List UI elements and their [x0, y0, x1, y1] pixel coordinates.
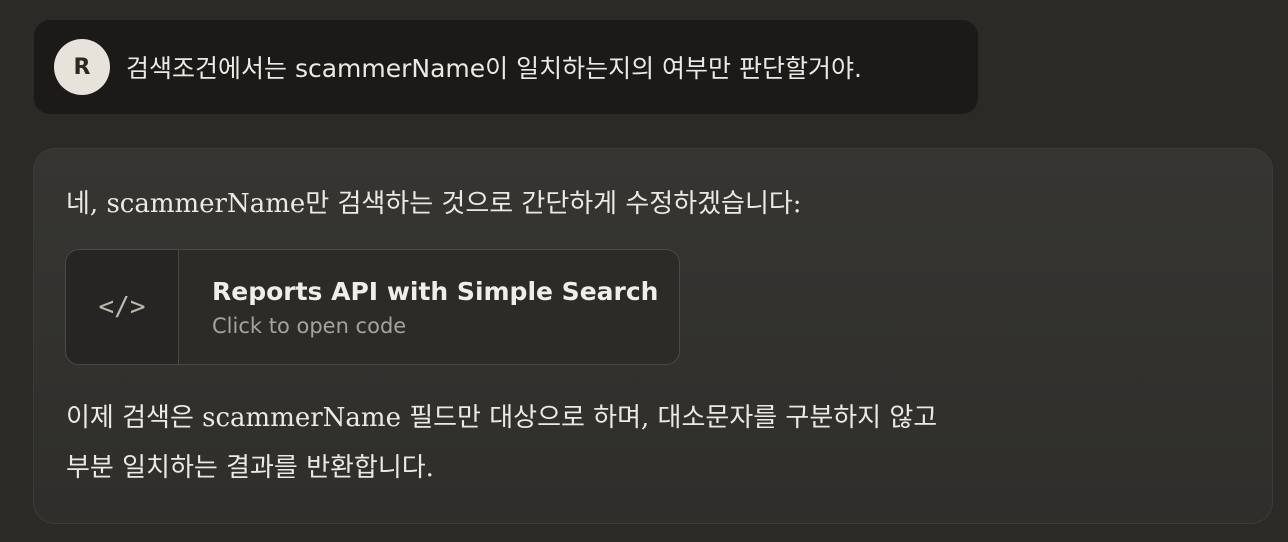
- user-avatar: R: [54, 39, 110, 95]
- artifact-title: Reports API with Simple Search: [212, 276, 659, 306]
- user-message: R 검색조건에서는 scammerName이 일치하는지의 여부만 판단할거야.: [34, 20, 978, 114]
- assistant-outro-text: 이제 검색은 scammerName 필드만 대상으로 하며, 대소문자를 구분…: [66, 393, 937, 493]
- code-artifact-card[interactable]: </> Reports API with Simple Search Click…: [65, 249, 680, 365]
- outro-line: 부분 일치하는 결과를 반환합니다.: [66, 453, 434, 483]
- code-icon: </>: [66, 250, 179, 364]
- outro-line: 이제 검색은 scammerName 필드만 대상으로 하며, 대소문자를 구분…: [66, 403, 938, 433]
- artifact-subtitle: Click to open code: [212, 313, 407, 338]
- assistant-intro-text: 네, scammerName만 검색하는 것으로 간단하게 수정하겠습니다:: [66, 189, 802, 219]
- artifact-info: Reports API with Simple Search Click to …: [179, 250, 658, 364]
- user-message-text: 검색조건에서는 scammerName이 일치하는지의 여부만 판단할거야.: [126, 54, 862, 83]
- assistant-message: 네, scammerName만 검색하는 것으로 간단하게 수정하겠습니다: <…: [33, 148, 1273, 524]
